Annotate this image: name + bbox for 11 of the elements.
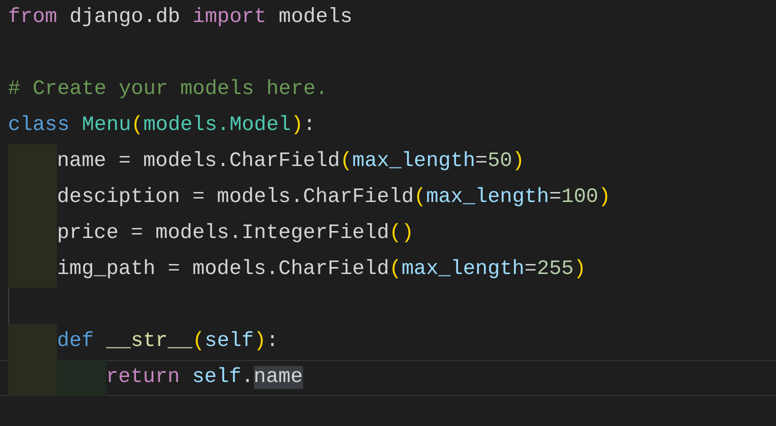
code-line: name = models.CharField(max_length=50) [57, 149, 525, 175]
code-line: img_path = models.CharField(max_length=255) [57, 257, 586, 283]
code-line: return self.name [106, 365, 303, 391]
code-line: price = models.IntegerField() [57, 221, 414, 247]
code-line: def __str__(self): [57, 329, 278, 355]
code-line: class Menu(models.Model): [8, 113, 316, 139]
indent-guide [8, 252, 57, 288]
code-line: # Create your models here. [8, 77, 328, 103]
code-line: desciption = models.CharField(max_length=100) [57, 185, 611, 211]
code-line: from django.db import models [8, 5, 352, 31]
indent-guide [8, 324, 57, 360]
